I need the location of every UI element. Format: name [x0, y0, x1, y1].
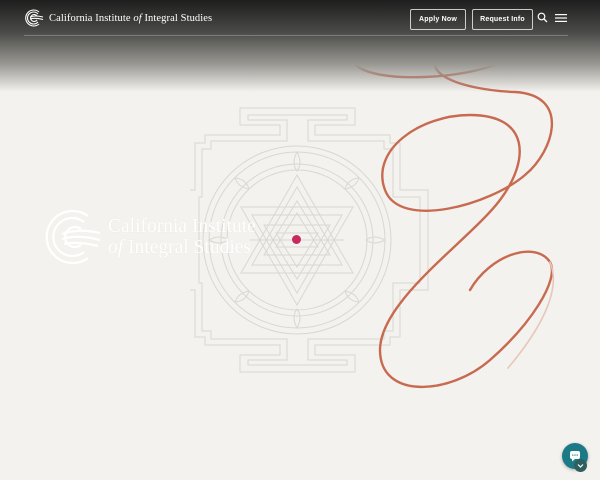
ciis-logo-icon — [25, 9, 44, 27]
chat-minimize-button[interactable] — [574, 459, 587, 472]
hero-wordmark-line2: of Integral Studies — [108, 237, 251, 258]
hamburger-menu-icon[interactable] — [555, 13, 567, 23]
hero-wordmark: California Institute of Integral Studies — [108, 216, 256, 258]
site-header: California Institute of Integral Studies… — [0, 0, 600, 92]
accent-dot — [292, 235, 301, 244]
header-logo[interactable]: California Institute of Integral Studies — [24, 8, 212, 28]
chevron-down-icon — [577, 464, 584, 468]
apply-now-button[interactable]: Apply Now — [410, 9, 466, 30]
ciis-emblem-icon — [45, 209, 100, 265]
header-divider — [24, 35, 568, 36]
request-info-button[interactable]: Request Info — [472, 9, 533, 30]
search-icon[interactable] — [537, 12, 548, 23]
hero-wordmark-line1: California Institute — [108, 216, 256, 237]
hero-logo: California Institute of Integral Studies — [44, 206, 256, 268]
header-wordmark: California Institute of Integral Studies — [49, 12, 213, 24]
